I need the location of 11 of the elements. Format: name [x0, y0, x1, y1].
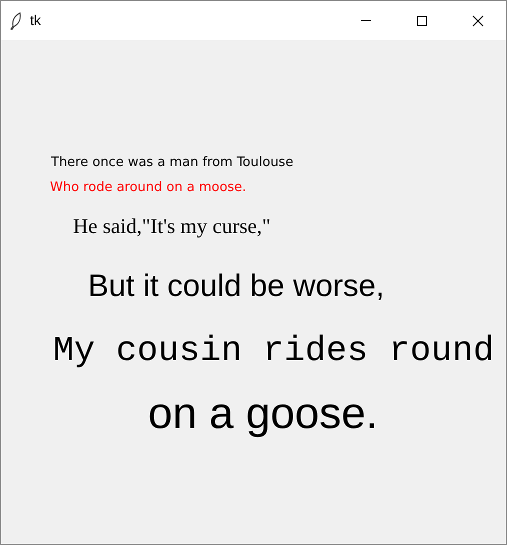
text-line: But it could be worse,	[88, 268, 384, 304]
text-line: Who rode around on a moose.	[50, 181, 246, 196]
feather-icon	[10, 12, 22, 30]
text-line: My cousin rides round	[53, 331, 494, 372]
text-line: He said,"It's my curse,"	[73, 214, 271, 238]
minimize-icon	[361, 20, 371, 21]
window-title: tk	[30, 11, 41, 30]
close-icon	[472, 14, 484, 26]
text-line: on a goose.	[148, 389, 378, 440]
maximize-icon	[416, 14, 428, 26]
text-line: There once was a man from Toulouse	[51, 156, 294, 171]
